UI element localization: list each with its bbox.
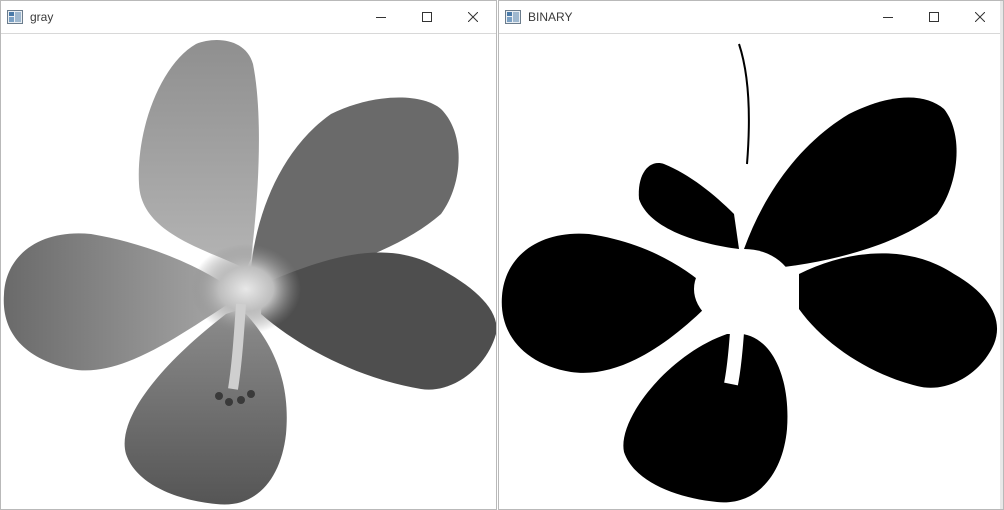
desktop: gray BINARY (0, 0, 1004, 510)
maximize-button[interactable] (404, 1, 450, 34)
opencv-window-icon (7, 10, 23, 24)
opencv-window-icon (505, 10, 521, 24)
grayscale-flower-image (3, 40, 496, 505)
gray-titlebar[interactable]: gray (1, 1, 496, 34)
binary-flower-image (499, 34, 1003, 509)
gray-window[interactable]: gray (0, 0, 497, 510)
window-title: gray (30, 10, 54, 24)
stamen-binary (724, 303, 746, 386)
petal-top (138, 40, 259, 270)
minimize-icon (376, 17, 386, 18)
binary-image-canvas (499, 34, 1003, 509)
close-button[interactable] (450, 1, 496, 34)
close-button[interactable] (957, 1, 1003, 34)
flower-center (191, 244, 301, 334)
binary-titlebar[interactable]: BINARY (499, 1, 1003, 34)
minimize-button[interactable] (865, 1, 911, 34)
maximize-icon (422, 12, 432, 22)
window-edge (1000, 1, 1003, 509)
binary-window[interactable]: BINARY (498, 0, 1004, 510)
maximize-button[interactable] (911, 1, 957, 34)
close-icon (468, 12, 478, 22)
maximize-icon (929, 12, 939, 22)
window-title: BINARY (528, 10, 573, 24)
minimize-button[interactable] (358, 1, 404, 34)
close-icon (975, 12, 985, 22)
gray-image-canvas (1, 34, 496, 509)
minimize-icon (883, 17, 893, 18)
